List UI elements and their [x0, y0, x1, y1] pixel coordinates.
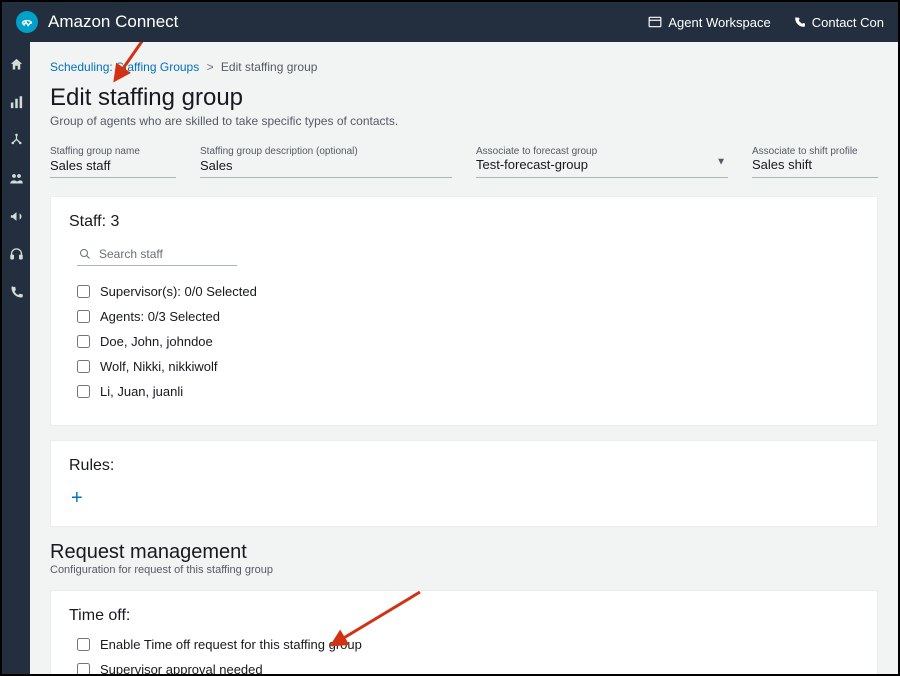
rules-card: Rules: +	[50, 440, 878, 527]
agent-workspace-button[interactable]: Agent Workspace	[648, 15, 770, 30]
agents-label: Agents: 0/3 Selected	[100, 309, 220, 324]
top-bar: Amazon Connect Agent Workspace Contact C…	[2, 2, 898, 42]
announcement-icon[interactable]	[8, 208, 24, 224]
supervisors-row[interactable]: Supervisor(s): 0/0 Selected	[77, 284, 859, 299]
search-icon	[79, 248, 91, 260]
page-title: Edit staffing group	[50, 84, 878, 112]
headset-icon[interactable]	[8, 246, 24, 262]
product-title: Amazon Connect	[48, 12, 626, 32]
forecast-group-value: Test-forecast-group	[476, 157, 728, 172]
field-label: Associate to forecast group	[476, 146, 728, 157]
breadcrumb: Scheduling: Staffing Groups > Edit staff…	[50, 60, 878, 74]
agent-name: Li, Juan, juanli	[100, 384, 183, 399]
staffing-group-desc-field[interactable]: Staffing group description (optional)	[200, 146, 452, 178]
staff-card: Staff: 3 Search staff Supervisor(s): 0/0…	[50, 196, 878, 426]
enable-timeoff-label: Enable Time off request for this staffin…	[100, 637, 362, 652]
agents-checkbox[interactable]	[77, 310, 90, 323]
field-label: Staffing group name	[50, 146, 176, 157]
agent-row[interactable]: Wolf, Nikki, nikkiwolf	[77, 359, 859, 374]
routing-icon[interactable]	[8, 132, 24, 148]
breadcrumb-separator: >	[207, 60, 214, 74]
shift-profile-value: Sales shift	[752, 157, 878, 172]
staffing-group-name-input[interactable]	[50, 158, 176, 173]
sidebar	[2, 42, 30, 674]
supervisor-approval-row[interactable]: Supervisor approval needed	[77, 662, 859, 674]
agent-row[interactable]: Doe, John, johndoe	[77, 334, 859, 349]
agent-name: Doe, John, johndoe	[100, 334, 213, 349]
staffing-group-name-field[interactable]: Staffing group name	[50, 146, 176, 178]
chevron-down-icon: ▼	[716, 156, 726, 167]
enable-timeoff-row[interactable]: Enable Time off request for this staffin…	[77, 637, 859, 652]
supervisor-approval-label: Supervisor approval needed	[100, 662, 263, 674]
agent-name: Wolf, Nikki, nikkiwolf	[100, 359, 218, 374]
field-label: Staffing group description (optional)	[200, 146, 452, 157]
users-icon[interactable]	[8, 170, 24, 186]
agent-row[interactable]: Li, Juan, juanli	[77, 384, 859, 399]
agent-checkbox[interactable]	[77, 385, 90, 398]
field-label: Associate to shift profile	[752, 146, 878, 157]
staff-heading: Staff: 3	[69, 213, 859, 231]
rules-heading: Rules:	[69, 457, 859, 475]
breadcrumb-current: Edit staffing group	[221, 60, 318, 74]
supervisor-approval-checkbox[interactable]	[77, 663, 90, 674]
main-content: Scheduling: Staffing Groups > Edit staff…	[30, 42, 898, 674]
contact-control-label: Contact Con	[812, 15, 884, 30]
timeoff-card: Time off: Enable Time off request for th…	[50, 590, 878, 674]
agents-row[interactable]: Agents: 0/3 Selected	[77, 309, 859, 324]
add-rule-button[interactable]: +	[71, 487, 859, 510]
request-management-desc: Configuration for request of this staffi…	[50, 564, 878, 576]
request-management-title: Request management	[50, 541, 878, 564]
staffing-group-desc-input[interactable]	[200, 158, 452, 173]
form-row: Staffing group name Staffing group descr…	[50, 146, 878, 178]
agent-workspace-label: Agent Workspace	[668, 15, 770, 30]
agent-checkbox[interactable]	[77, 360, 90, 373]
contact-control-button[interactable]: Contact Con	[793, 15, 884, 30]
supervisors-label: Supervisor(s): 0/0 Selected	[100, 284, 257, 299]
page-description: Group of agents who are skilled to take …	[50, 114, 878, 128]
staff-search[interactable]: Search staff	[77, 243, 237, 266]
shift-profile-field[interactable]: Associate to shift profile Sales shift	[752, 146, 878, 178]
agent-checkbox[interactable]	[77, 335, 90, 348]
home-icon[interactable]	[8, 56, 24, 72]
search-placeholder: Search staff	[99, 247, 163, 261]
supervisors-checkbox[interactable]	[77, 285, 90, 298]
forecast-group-select[interactable]: Associate to forecast group Test-forecas…	[476, 146, 728, 178]
enable-timeoff-checkbox[interactable]	[77, 638, 90, 651]
phone-missed-icon[interactable]	[8, 284, 24, 300]
breadcrumb-link[interactable]: Scheduling: Staffing Groups	[50, 60, 199, 74]
timeoff-heading: Time off:	[69, 607, 859, 625]
analytics-icon[interactable]	[8, 94, 24, 110]
connect-logo-icon	[16, 11, 38, 33]
